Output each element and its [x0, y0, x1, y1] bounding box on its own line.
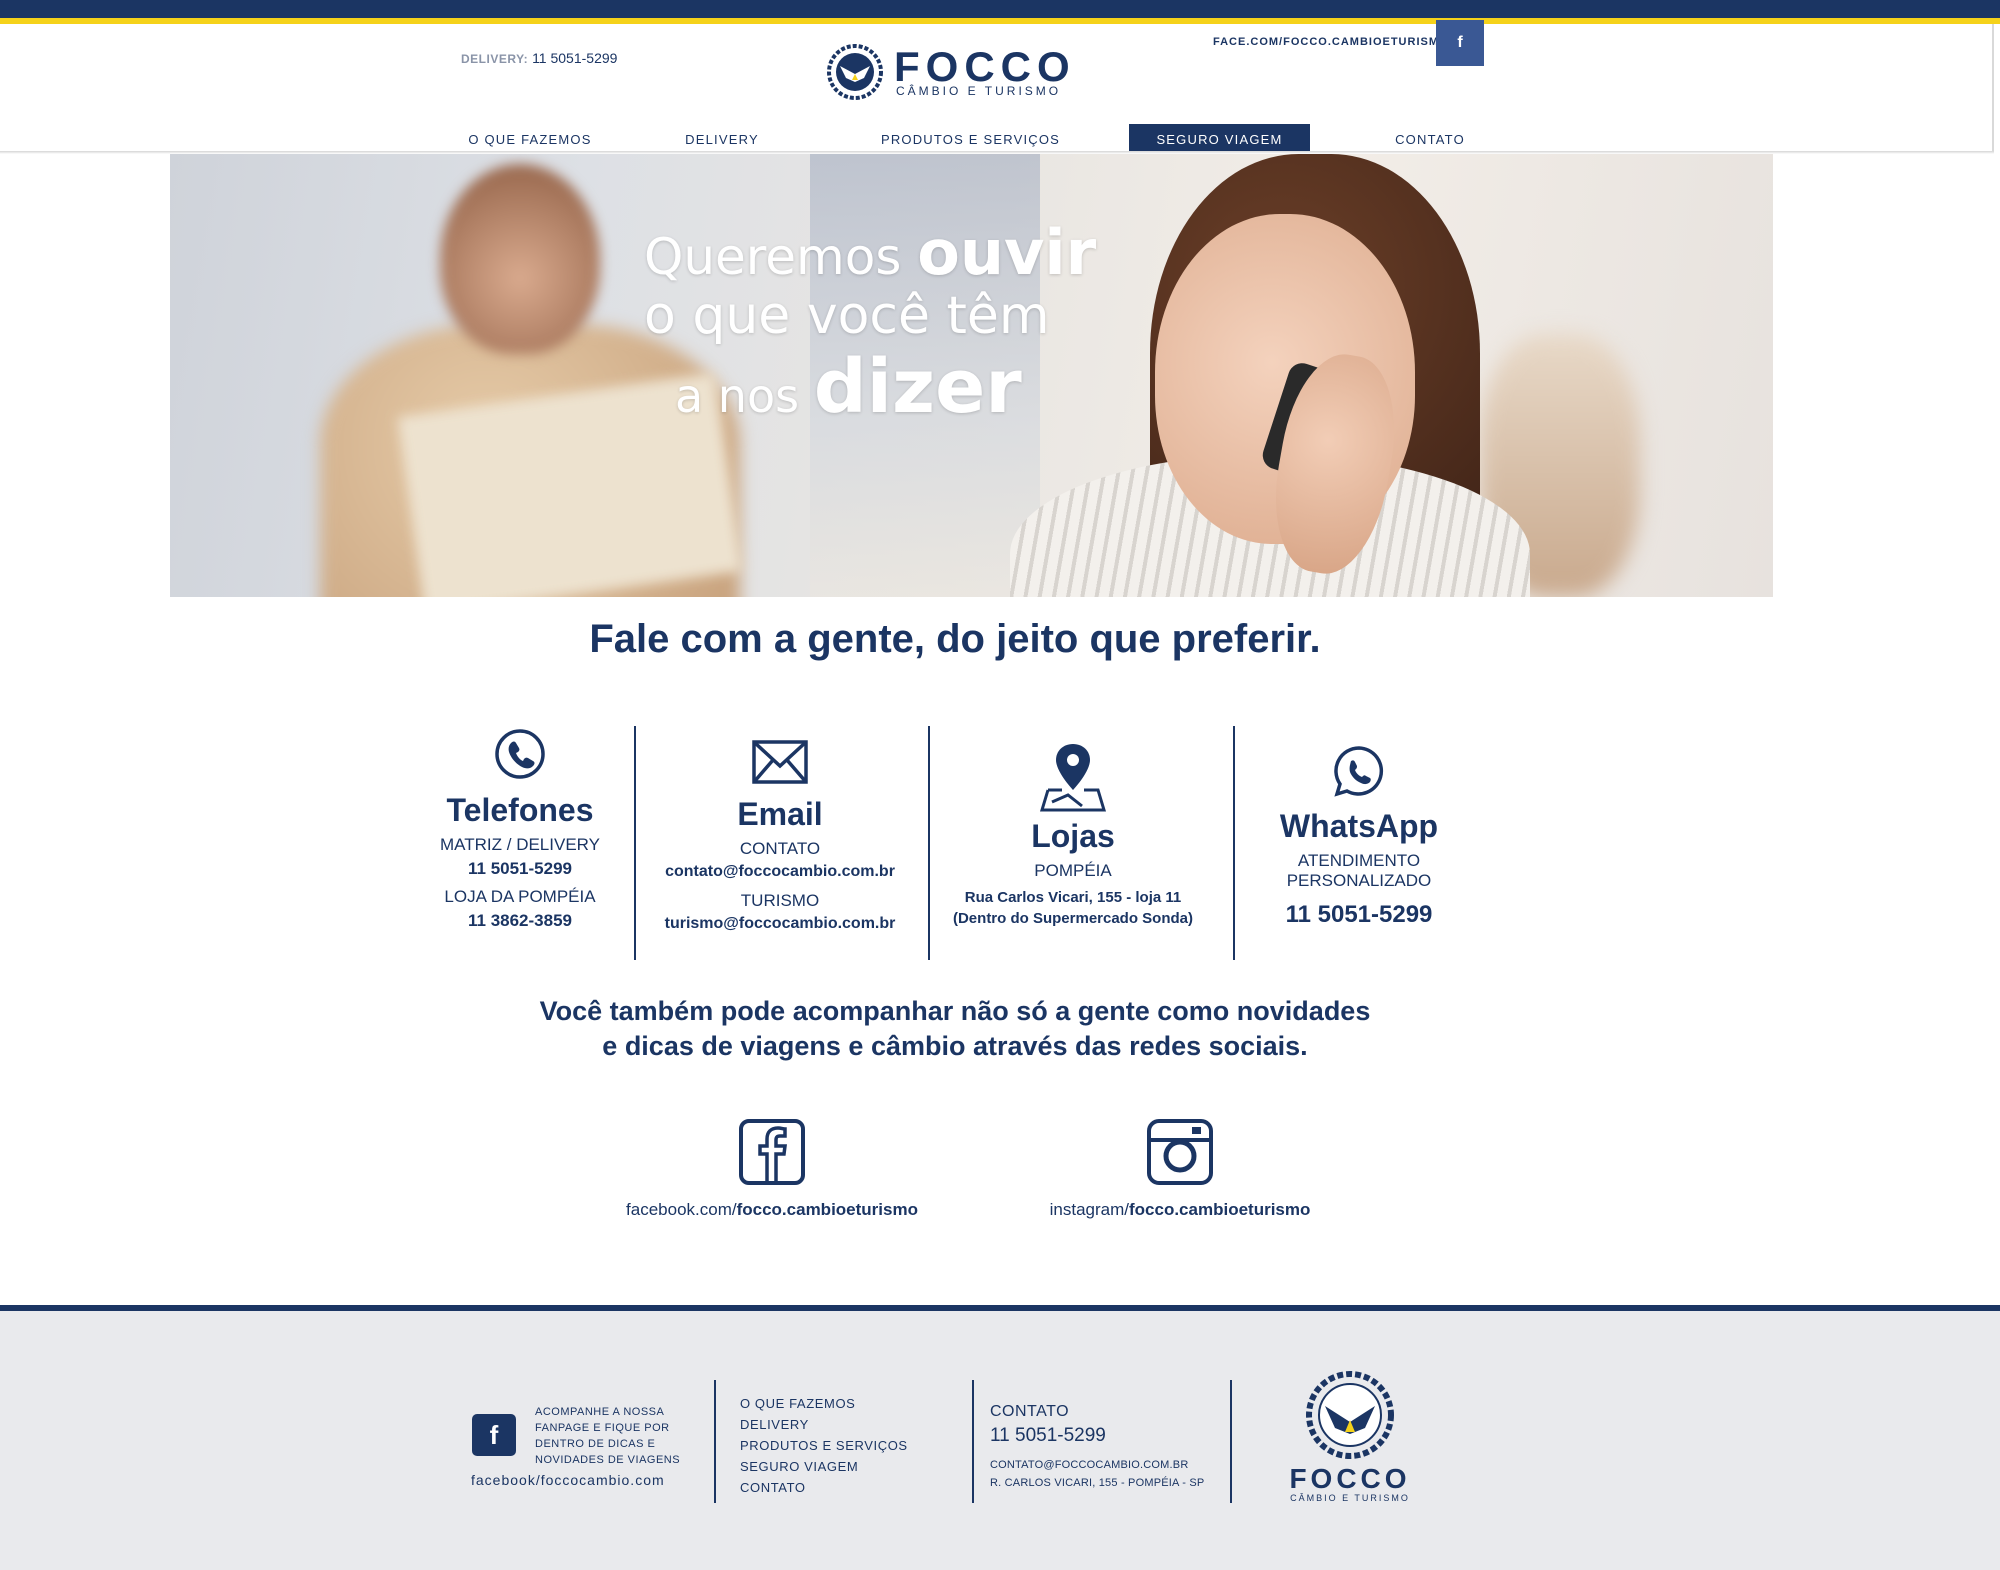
footer-contact-email[interactable]: CONTATO@FOCCOCAMBIO.COM.BR: [990, 1459, 1204, 1471]
header-facebook-link[interactable]: FACE.COM/FOCCO.CAMBIOETURISMO: [1213, 36, 1449, 48]
email-label-contato: CONTATO: [739, 839, 821, 858]
footer-nav: O QUE FAZEMOS DELIVERY PRODUTOS E SERVIÇ…: [740, 1393, 908, 1498]
footer-contact-phone[interactable]: 11 5051-5299: [990, 1425, 1204, 1447]
footer-brand-subtitle: CÂMBIO E TURISMO: [1290, 1493, 1410, 1503]
phones-number-matriz[interactable]: 11 5051-5299: [430, 859, 610, 879]
email-contato-link[interactable]: contato@foccocambio.com.br: [650, 863, 910, 881]
footer-brand-name: FOCCO: [1289, 1463, 1411, 1494]
map-pin-icon: [1039, 744, 1107, 812]
instagram-social-block[interactable]: instagram/focco.cambioeturismo: [1030, 1118, 1330, 1220]
footer-facebook-icon[interactable]: f: [472, 1414, 516, 1456]
email-turismo-link[interactable]: turismo@foccocambio.com.br: [650, 915, 910, 933]
brand-name: FOCCO: [894, 43, 1076, 90]
whatsapp-column: WhatsApp ATENDIMENTO PERSONALIZADO 11 50…: [1250, 744, 1468, 929]
eagle-emblem-icon: [1306, 1371, 1394, 1459]
phones-number-pompeia[interactable]: 11 3862-3859: [430, 911, 610, 931]
whatsapp-label-line1: ATENDIMENTO: [1297, 851, 1421, 870]
top-bar: [0, 0, 2000, 18]
footer-divider: [1230, 1380, 1232, 1503]
footer-contact: CONTATO 11 5051-5299 CONTATO@FOCCOCAMBIO…: [990, 1403, 1204, 1489]
email-label-turismo: TURISMO: [740, 891, 820, 910]
facebook-social-link[interactable]: facebook.com/focco.cambioeturismo: [610, 1200, 934, 1220]
phones-title: Telefones: [446, 792, 594, 828]
footer-facebook-text: ACOMPANHE A NOSSA FANPAGE E FIQUE POR DE…: [535, 1406, 681, 1466]
phones-label-matriz: MATRIZ / DELIVERY: [440, 835, 600, 854]
stores-title: Lojas: [1031, 818, 1115, 854]
stores-label-pompeia: POMPÉIA: [1034, 861, 1112, 880]
social-follow-line1: Você também pode acompanhar não só a gen…: [539, 996, 1371, 1026]
envelope-icon: [752, 740, 808, 784]
whatsapp-phone[interactable]: 11 5051-5299: [1250, 901, 1468, 929]
footer-facebook-link[interactable]: facebook/foccocambio.com: [471, 1472, 665, 1488]
brand-subtitle: CÂMBIO E TURISMO: [896, 84, 1062, 98]
facebook-social-block[interactable]: facebook.com/focco.cambioeturismo: [610, 1118, 934, 1220]
phones-label-pompeia: LOJA DA POMPÉIA: [444, 887, 596, 906]
footer-nav-produtos-servicos[interactable]: PRODUTOS E SERVIÇOS: [740, 1435, 908, 1456]
instagram-icon[interactable]: [1146, 1118, 1214, 1186]
footer-nav-delivery[interactable]: DELIVERY: [740, 1414, 908, 1435]
social-follow-line2: e dicas de viagens e câmbio através das …: [602, 1031, 1308, 1061]
footer-nav-o-que-fazemos[interactable]: O QUE FAZEMOS: [740, 1393, 908, 1414]
email-column: Email CONTATO contato@foccocambio.com.br…: [650, 740, 910, 933]
hero-headline-line3: a nos dizer: [675, 344, 1022, 430]
delivery-label: DELIVERY:: [461, 52, 529, 66]
facebook-outline-icon[interactable]: [738, 1118, 806, 1186]
nav-item-seguro-viagem[interactable]: SEGURO VIAGEM: [1129, 124, 1310, 154]
brand-logo[interactable]: FOCCO CÂMBIO E TURISMO: [826, 44, 1096, 100]
footer-contact-title: CONTATO: [990, 1403, 1070, 1420]
column-divider: [634, 726, 636, 960]
header-delivery: DELIVERY: 11 5051-5299: [461, 50, 617, 66]
stores-address-line2: (Dentro do Supermercado Sonda): [952, 910, 1194, 927]
column-divider: [928, 726, 930, 960]
whatsapp-icon: [1334, 746, 1384, 797]
column-divider: [1233, 726, 1235, 960]
phones-column: Telefones MATRIZ / DELIVERY 11 5051-5299…: [430, 728, 610, 931]
phone-icon: [495, 729, 545, 779]
footer-brand-logo[interactable]: FOCCO CÂMBIO E TURISMO: [1280, 1370, 1420, 1503]
email-title: Email: [737, 796, 823, 832]
hero-man-head: [440, 164, 600, 354]
header-edge: [1992, 24, 1994, 154]
footer-nav-seguro-viagem[interactable]: SEGURO VIAGEM: [740, 1456, 908, 1477]
stores-address-line1: Rua Carlos Vicari, 155 - loja 11: [964, 889, 1182, 906]
whatsapp-label-line2: PERSONALIZADO: [1286, 871, 1432, 890]
whatsapp-title: WhatsApp: [1279, 808, 1439, 844]
delivery-phone[interactable]: 11 5051-5299: [532, 50, 617, 66]
hero-headline-line1: Queremos ouvir: [644, 216, 1097, 289]
stores-column: Lojas POMPÉIA Rua Carlos Vicari, 155 - l…: [942, 740, 1204, 927]
footer-divider: [714, 1380, 716, 1503]
nav-item-delivery[interactable]: DELIVERY: [652, 124, 792, 154]
social-follow-text: Você também pode acompanhar não só a gen…: [0, 994, 1910, 1064]
hero-headline-line2: o que você têm: [644, 286, 1050, 346]
nav-item-contato[interactable]: CONTATO: [1360, 124, 1500, 154]
hero-banner: Queremos ouvir o que você têm a nos dize…: [170, 154, 1773, 597]
nav-item-produtos-servicos[interactable]: PRODUTOS E SERVIÇOS: [858, 124, 1083, 154]
top-accent-bar: [0, 18, 2000, 24]
instagram-social-link[interactable]: instagram/focco.cambioeturismo: [1030, 1200, 1330, 1220]
eagle-emblem-icon: [827, 44, 883, 100]
footer-divider: [972, 1380, 974, 1503]
facebook-icon[interactable]: f: [1436, 20, 1484, 66]
footer-contact-address: R. CARLOS VICARI, 155 - POMPÉIA - SP: [990, 1477, 1205, 1489]
footer-nav-contato[interactable]: CONTATO: [740, 1477, 908, 1498]
nav-item-o-que-fazemos[interactable]: O QUE FAZEMOS: [440, 124, 620, 154]
contact-section-title: Fale com a gente, do jeito que preferir.: [589, 617, 1321, 661]
